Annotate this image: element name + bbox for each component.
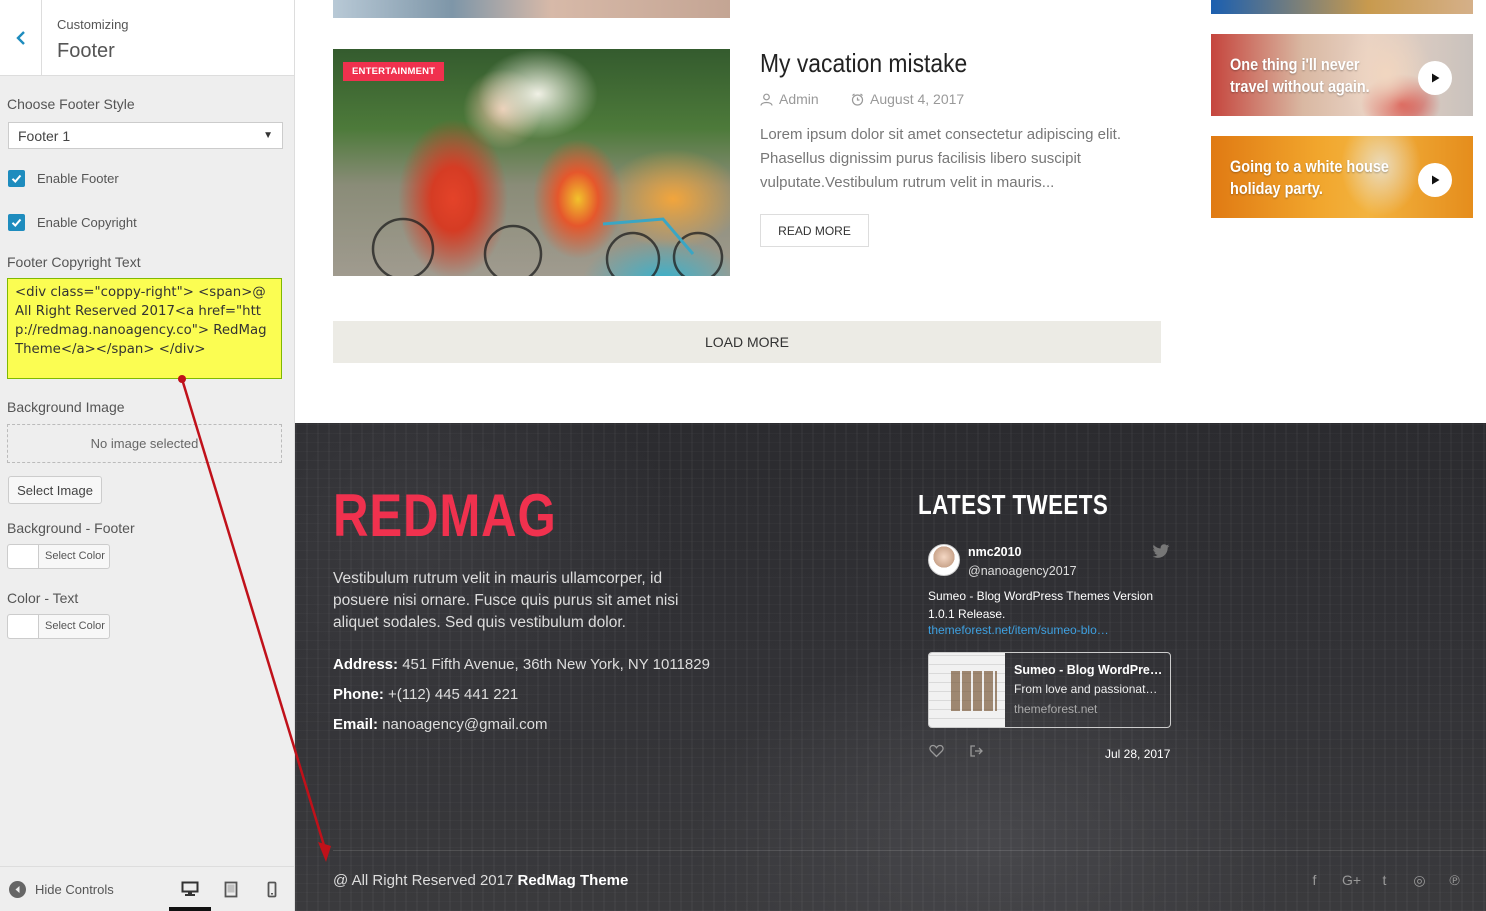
copyright-brand-link[interactable]: RedMag Theme <box>518 872 629 889</box>
post-featured-image[interactable]: ENTERTAINMENT <box>333 49 730 276</box>
link-card-description: From love and passionat… <box>1014 682 1158 696</box>
footer-style-value: Footer 1 <box>18 128 71 144</box>
clock-icon <box>851 93 864 106</box>
post-author[interactable]: Admin <box>760 91 819 107</box>
chevron-left-icon <box>15 31 25 45</box>
tweet-text: Sumeo - Blog WordPress Themes Version 1.… <box>928 589 1153 621</box>
hide-controls-label: Hide Controls <box>35 882 114 897</box>
select-color-label: Select Color <box>45 620 105 632</box>
text-color-button[interactable]: Select Color <box>7 614 110 639</box>
color-swatch <box>8 545 39 568</box>
load-more-button[interactable]: LOAD MORE <box>333 321 1161 363</box>
no-image-placeholder: No image selected <box>7 424 282 463</box>
back-button[interactable] <box>0 0 42 76</box>
site-footer: REDMAG Vestibulum rutrum velit in mauris… <box>295 423 1486 911</box>
color-swatch <box>8 615 39 638</box>
instagram-icon[interactable]: ◎ <box>1412 872 1427 889</box>
video-card-title: One thing i'll never travel without agai… <box>1230 55 1370 96</box>
footer-email: Email: nanoagency@gmail.com <box>333 716 548 733</box>
checkmark-icon <box>11 218 22 227</box>
latest-tweets-title: LATEST TWEETS <box>918 489 1109 520</box>
enable-copyright-label: Enable Copyright <box>37 215 137 230</box>
collapse-arrow-icon <box>9 881 26 898</box>
tweet-date[interactable]: Jul 28, 2017 <box>1105 747 1170 761</box>
heart-icon[interactable] <box>929 744 944 758</box>
video-card-title: Going to a white house holiday party. <box>1230 157 1389 198</box>
copyright-text-label: Footer Copyright Text <box>7 254 141 270</box>
share-icon[interactable] <box>969 744 984 758</box>
facebook-icon[interactable]: f <box>1307 872 1322 889</box>
avatar[interactable] <box>928 544 960 576</box>
phone-value: +(112) 445 441 221 <box>388 686 519 703</box>
play-icon <box>1432 175 1440 185</box>
tweet-link[interactable]: themeforest.net/item/sumeo-blo… <box>928 623 1109 637</box>
tweet-link-card[interactable]: Sumeo - Blog WordPre… From love and pass… <box>928 652 1171 728</box>
play-icon <box>1432 73 1440 83</box>
twitter-bird-icon[interactable] <box>1152 544 1170 559</box>
footer-address: Address: 451 Fifth Avenue, 36th New York… <box>333 656 710 673</box>
customizer-subtitle: Customizing <box>57 17 129 32</box>
enable-footer-row[interactable]: Enable Footer <box>8 170 119 187</box>
post-title[interactable]: My vacation mistake <box>760 48 967 79</box>
copyright-prefix: @ All Right Reserved 2017 <box>333 872 514 889</box>
customizer-section-title: Footer <box>57 40 115 62</box>
post-date: August 4, 2017 <box>851 91 964 107</box>
footer-divider <box>333 850 1486 851</box>
enable-footer-checkbox[interactable] <box>8 170 25 187</box>
tablet-icon[interactable] <box>219 877 243 901</box>
select-color-label: Select Color <box>45 550 105 562</box>
post-date-text: August 4, 2017 <box>870 91 965 107</box>
footer-logo[interactable]: REDMAG <box>333 481 557 551</box>
footer-style-label: Choose Footer Style <box>7 96 135 112</box>
play-button[interactable] <box>1418 61 1452 95</box>
post-author-name: Admin <box>779 91 819 107</box>
checkmark-icon <box>11 174 22 183</box>
select-image-button[interactable]: Select Image <box>8 476 102 504</box>
enable-copyright-checkbox[interactable] <box>8 214 25 231</box>
tweet-author-handle[interactable]: @nanoagency2017 <box>968 564 1077 578</box>
link-card-thumbnail <box>929 653 1005 727</box>
copyright-text-textarea[interactable]: <div class="coppy-right"> <span>@ All Ri… <box>7 278 282 379</box>
link-card-title: Sumeo - Blog WordPre… <box>1014 663 1163 677</box>
enable-footer-label: Enable Footer <box>37 171 119 186</box>
customizer-footer-bar: Hide Controls <box>0 866 294 911</box>
google-plus-icon[interactable]: G+ <box>1342 872 1361 889</box>
color-text-label: Color - Text <box>7 590 79 606</box>
enable-copyright-row[interactable]: Enable Copyright <box>8 214 137 231</box>
hide-controls-button[interactable]: Hide Controls <box>9 881 114 898</box>
footer-phone: Phone: +(112) 445 441 221 <box>333 686 518 703</box>
desktop-icon[interactable] <box>178 877 202 901</box>
read-more-button[interactable]: READ MORE <box>760 214 869 247</box>
customizer-sidebar: Customizing Footer Choose Footer Style F… <box>0 0 295 911</box>
site-preview: ENTERTAINMENT My vacation mistake Admin … <box>295 0 1486 911</box>
video-card[interactable] <box>1211 0 1473 14</box>
play-button[interactable] <box>1418 163 1452 197</box>
social-links: f G+ t ◎ ℗ <box>1307 872 1462 889</box>
footer-style-select[interactable]: Footer 1 ▼ <box>8 122 283 149</box>
pinterest-icon[interactable]: ℗ <box>1447 872 1462 889</box>
user-icon <box>760 93 773 106</box>
tweet-author-name[interactable]: nmc2010 <box>968 545 1022 559</box>
background-footer-label: Background - Footer <box>7 520 135 536</box>
address-label: Address: <box>333 656 399 673</box>
customizer-header: Customizing Footer <box>0 0 294 76</box>
background-image-label: Background Image <box>7 399 125 415</box>
twitter-icon[interactable]: t <box>1377 872 1392 889</box>
footer-description: Vestibulum rutrum velit in mauris ullamc… <box>333 570 679 631</box>
email-label: Email: <box>333 716 379 733</box>
post-excerpt: Lorem ipsum dolor sit amet consectetur a… <box>760 126 1121 191</box>
previous-post-image[interactable] <box>333 0 730 18</box>
copyright-text: @ All Right Reserved 2017 RedMag Theme <box>333 872 628 889</box>
background-footer-color-button[interactable]: Select Color <box>7 544 110 569</box>
dropdown-caret-icon: ▼ <box>263 130 273 141</box>
mobile-icon[interactable] <box>260 877 284 901</box>
video-card[interactable]: Going to a white house holiday party. <box>1211 136 1473 218</box>
category-badge[interactable]: ENTERTAINMENT <box>343 62 445 81</box>
active-device-indicator <box>169 907 211 911</box>
phone-label: Phone: <box>333 686 384 703</box>
link-card-domain: themeforest.net <box>1014 702 1098 716</box>
email-value[interactable]: nanoagency@gmail.com <box>382 716 547 733</box>
address-value: 451 Fifth Avenue, 36th New York, NY 1011… <box>402 656 710 673</box>
video-card[interactable]: One thing i'll never travel without agai… <box>1211 34 1473 116</box>
